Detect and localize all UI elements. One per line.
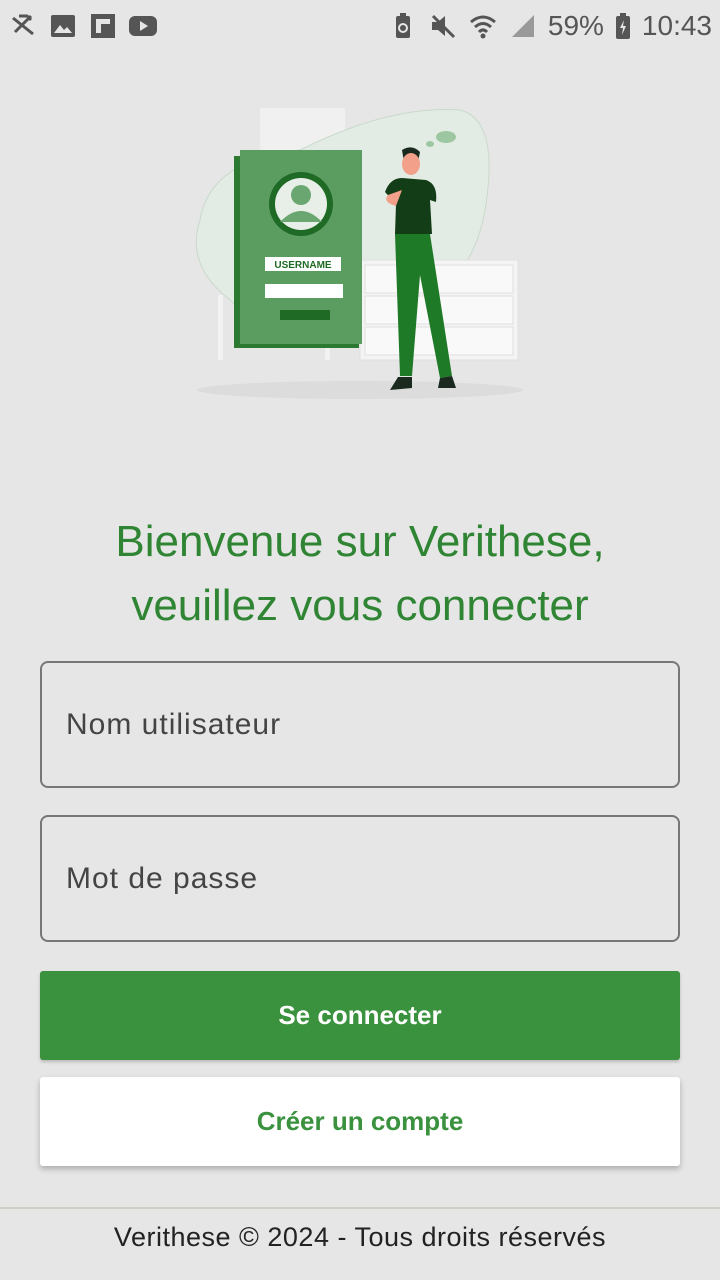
wifi-icon (468, 11, 498, 41)
footer-text: Verithese © 2024 - Tous droits réservés (113, 1222, 607, 1252)
login-illustration: USERNAME (190, 100, 530, 405)
password-field[interactable]: Mot de passe (40, 815, 680, 942)
create-account-button[interactable]: Créer un compte (40, 1077, 680, 1166)
create-account-label: Créer un compte (256, 1106, 464, 1136)
username-placeholder: Nom utilisateur (66, 707, 282, 741)
welcome-line-2: veuillez vous connecter (131, 581, 589, 630)
cell-signal-icon (508, 11, 538, 41)
card-username-label: USERNAME (274, 260, 332, 271)
status-bar: 59% 10:43 (0, 0, 720, 52)
welcome-title: Bienvenue sur Verithese, veuillez vous c… (0, 510, 720, 638)
status-bar-left (8, 11, 158, 41)
welcome-line-1: Bienvenue sur Verithese, (115, 517, 605, 566)
flipboard-icon (88, 11, 118, 41)
username-field[interactable]: Nom utilisateur (40, 661, 680, 788)
mute-icon (428, 11, 458, 41)
login-button[interactable]: Se connecter (40, 971, 680, 1060)
battery-percent: 59% (547, 10, 604, 41)
status-bar-right: 59% 10:43 (388, 10, 712, 42)
youtube-icon (128, 11, 158, 41)
login-button-label: Se connecter (278, 1000, 442, 1030)
recycle-battery-icon (388, 11, 418, 41)
battery-icon (614, 11, 632, 41)
signal-off-icon (8, 11, 38, 41)
footer-divider (0, 1207, 720, 1209)
clock: 10:43 (641, 10, 712, 41)
password-placeholder: Mot de passe (66, 861, 259, 895)
image-icon (48, 11, 78, 41)
